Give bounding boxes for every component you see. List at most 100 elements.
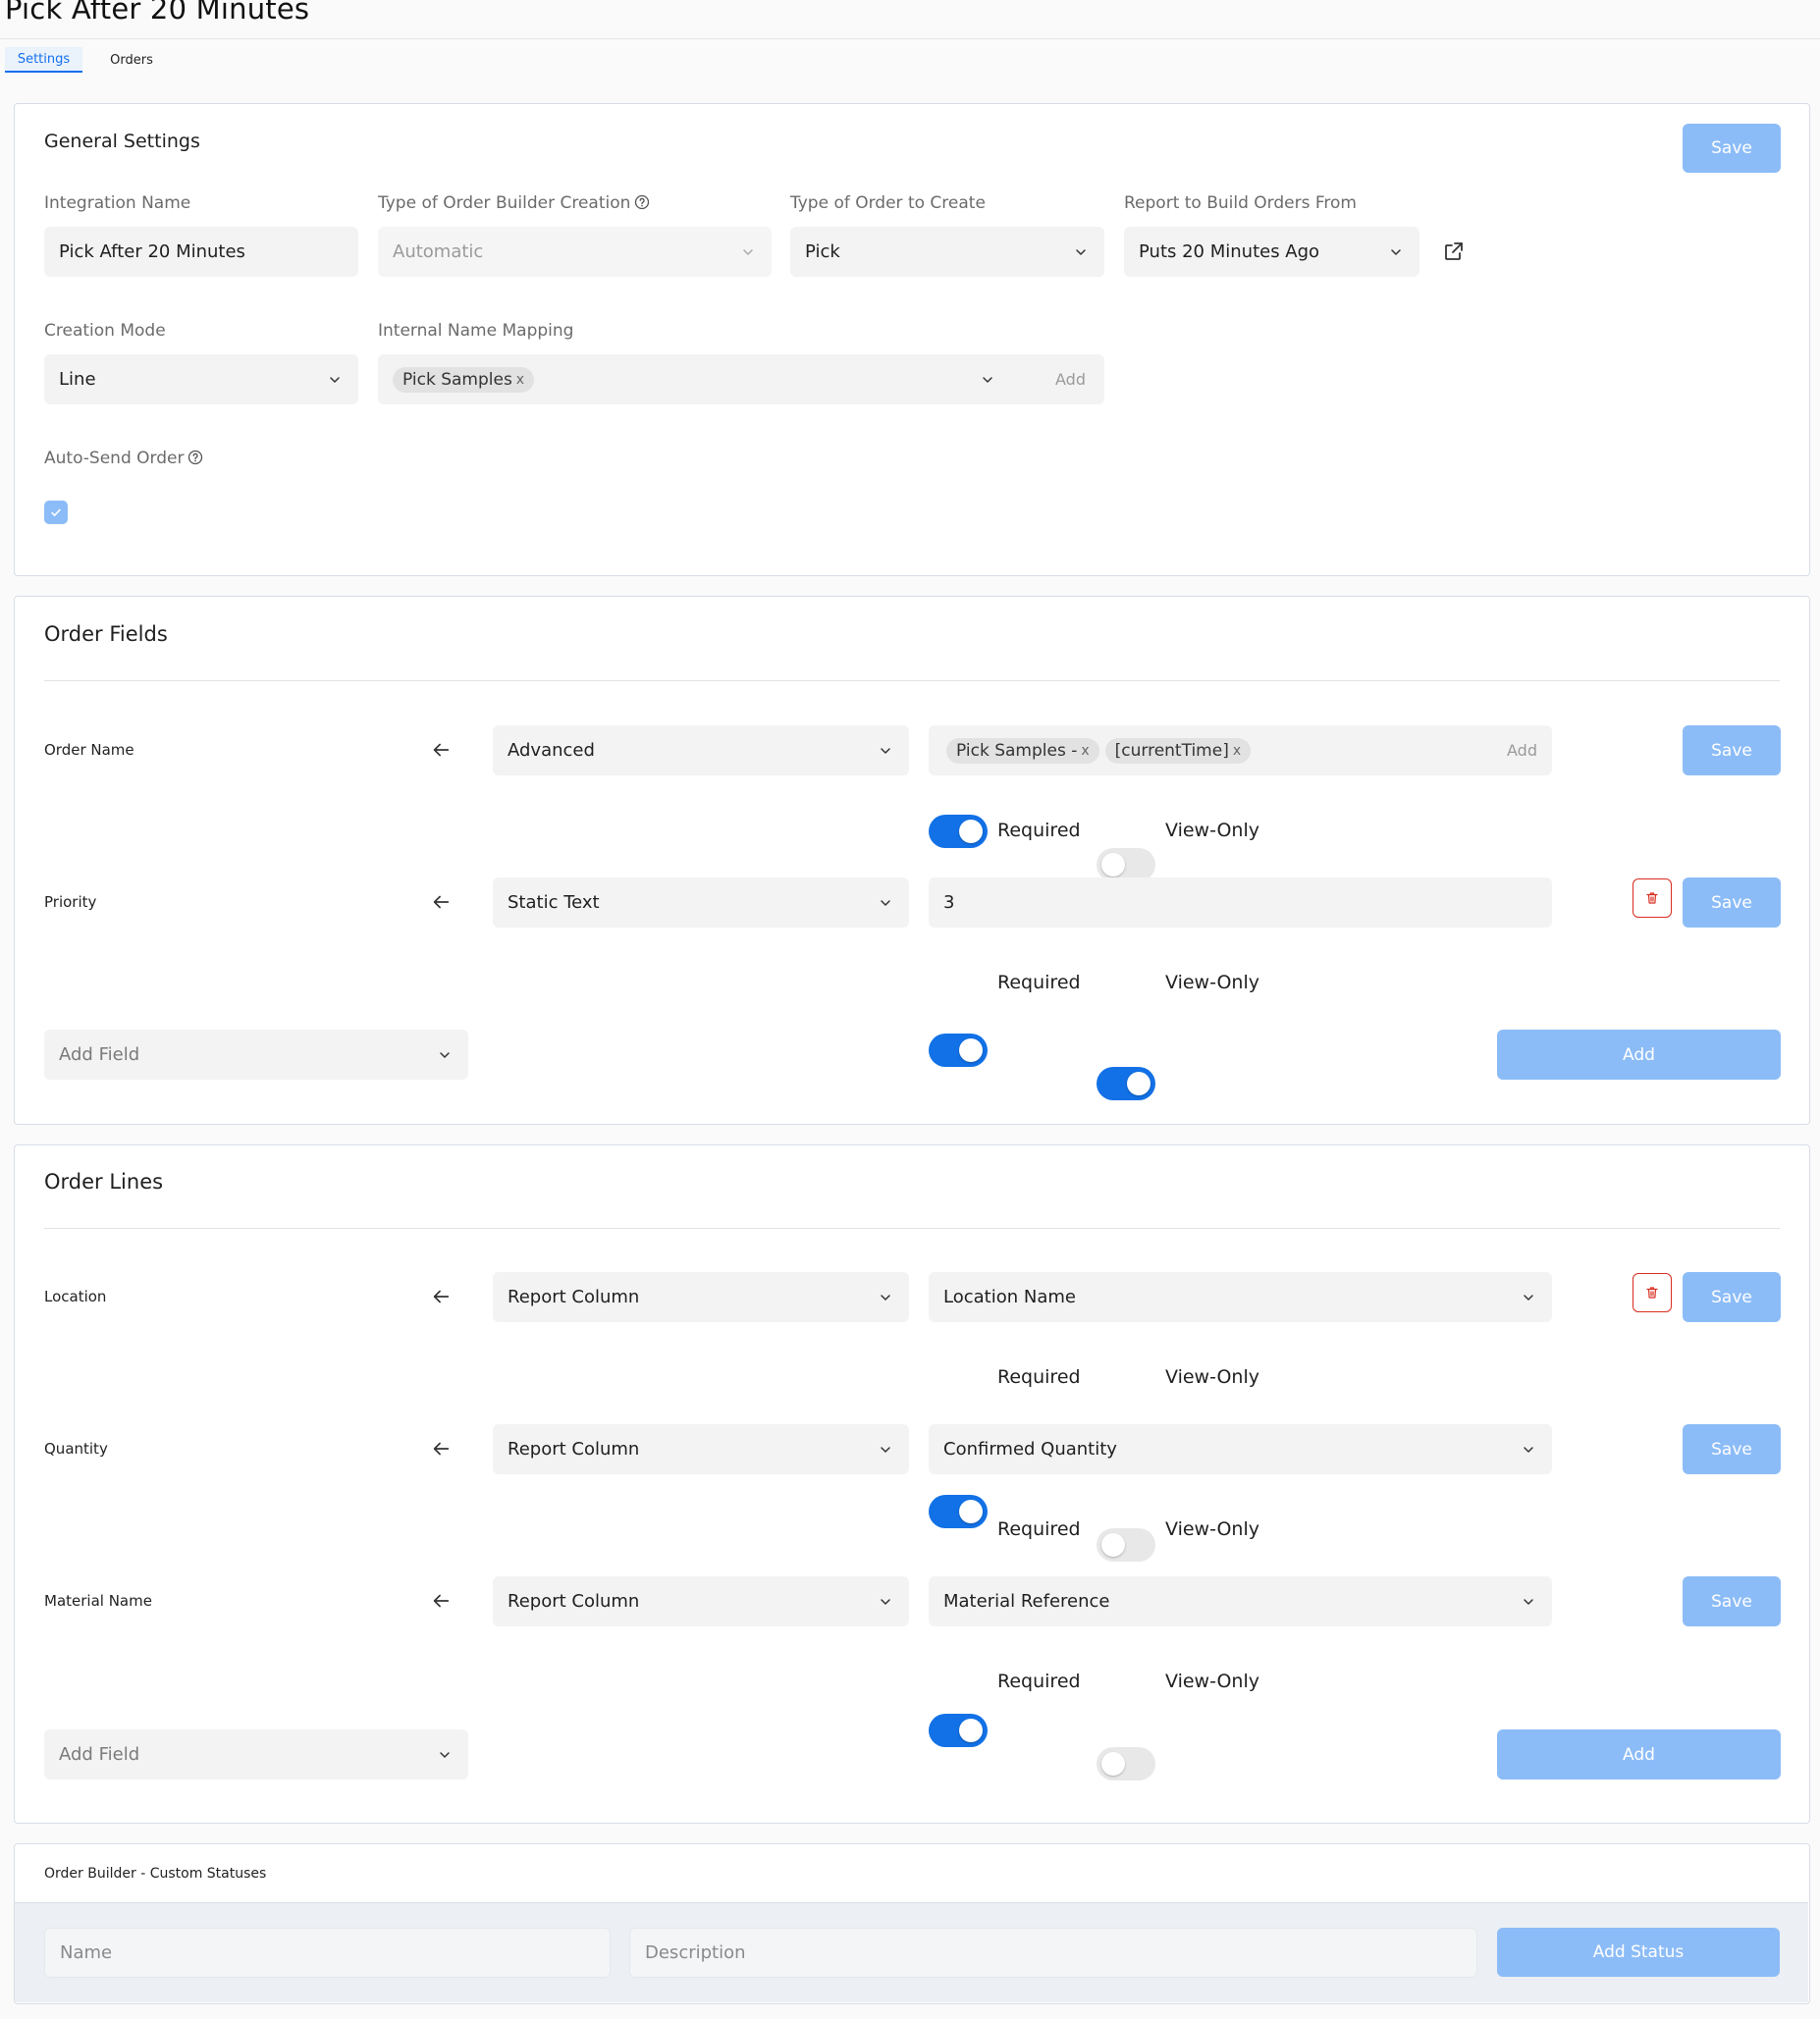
mapping-chip-label: Pick Samples: [402, 369, 512, 390]
toggle-knob: [1101, 1752, 1125, 1776]
toggle-knob: [959, 1038, 983, 1062]
view-only-toggle[interactable]: [1097, 1067, 1155, 1100]
help-circle-icon[interactable]: [187, 450, 203, 465]
general-settings-card: [14, 103, 1810, 576]
order-type-select[interactable]: Pick: [790, 227, 1104, 277]
auto-send-checkbox[interactable]: [44, 501, 68, 524]
field-source-select[interactable]: Static Text: [493, 877, 909, 928]
field-source-select[interactable]: Advanced: [493, 725, 909, 775]
arrow-left-icon: [429, 1285, 453, 1308]
chevron-down-icon: [436, 1746, 454, 1764]
general-save-button[interactable]: Save: [1683, 124, 1781, 173]
custom-statuses-title: Order Builder - Custom Statuses: [44, 1866, 267, 1882]
creation-mode-select[interactable]: Line: [44, 354, 358, 404]
name-mapping-multiselect[interactable]: Pick Samples x Add: [378, 354, 1104, 404]
order-type-value: Pick: [805, 241, 840, 262]
line-source-value: Report Column: [508, 1439, 640, 1460]
required-toggle[interactable]: [929, 1034, 988, 1067]
add-field-select[interactable]: Add Field: [44, 1030, 468, 1080]
chevron-down-icon: [436, 1046, 454, 1064]
view-only-toggle[interactable]: [1097, 1528, 1155, 1562]
arrow-left-icon: [429, 890, 453, 914]
line-save-button[interactable]: Save: [1683, 1272, 1781, 1322]
field-value-multiselect[interactable]: Pick Samples -x [currentTime] x Add: [929, 725, 1552, 775]
integration-name-value: Pick After 20 Minutes: [59, 241, 245, 262]
view-only-label: View-Only: [1165, 1518, 1259, 1540]
trash-icon: [1646, 1287, 1658, 1299]
builder-type-select[interactable]: Automatic: [378, 227, 772, 277]
add-status-button[interactable]: Add Status: [1497, 1928, 1780, 1977]
required-label: Required: [997, 972, 1081, 993]
header-divider: [0, 38, 1820, 39]
auto-send-label-text: Auto-Send Order: [44, 449, 185, 468]
line-source-select[interactable]: Report Column: [493, 1424, 909, 1474]
chip-remove-icon[interactable]: x: [516, 372, 524, 388]
add-field-placeholder: Add Field: [59, 1044, 140, 1065]
chip-remove-icon[interactable]: x: [1233, 743, 1241, 759]
tab-orders[interactable]: Orders: [92, 47, 171, 73]
line-value-select[interactable]: Confirmed Quantity: [929, 1424, 1552, 1474]
line-value-text: Location Name: [943, 1287, 1076, 1307]
chip-remove-icon[interactable]: x: [1081, 743, 1089, 759]
report-select[interactable]: Puts 20 Minutes Ago: [1124, 227, 1419, 277]
tab-settings[interactable]: Settings: [5, 47, 82, 73]
view-only-toggle[interactable]: [1097, 848, 1155, 881]
field-save-button[interactable]: Save: [1683, 877, 1781, 928]
builder-type-label: Type of Order Builder Creation: [378, 193, 650, 213]
order-type-label: Type of Order to Create: [790, 193, 986, 213]
field-save-button[interactable]: Save: [1683, 725, 1781, 775]
line-source-value: Report Column: [508, 1287, 640, 1307]
line-source-select[interactable]: Report Column: [493, 1272, 909, 1322]
field-row-label: Order Name: [44, 741, 134, 759]
page-title: Pick After 20 Minutes: [5, 0, 310, 26]
trash-icon: [1646, 892, 1658, 904]
order-fields-title: Order Fields: [44, 622, 168, 646]
line-value-text: Material Reference: [943, 1591, 1110, 1612]
add-line-field-select[interactable]: Add Field: [44, 1729, 468, 1780]
chevron-down-icon: [1520, 1593, 1537, 1611]
general-settings-title: General Settings: [44, 131, 200, 152]
view-only-toggle[interactable]: [1097, 1747, 1155, 1780]
status-name-input[interactable]: Name: [44, 1928, 611, 1978]
help-circle-icon[interactable]: [634, 194, 650, 210]
add-field-button[interactable]: Add: [1497, 1030, 1781, 1080]
auto-send-label: Auto-Send Order: [44, 449, 203, 468]
order-lines-divider: [44, 1228, 1780, 1229]
delete-field-button[interactable]: [1633, 878, 1672, 918]
status-description-input[interactable]: Description: [629, 1928, 1477, 1978]
line-value-select[interactable]: Material Reference: [929, 1576, 1552, 1626]
required-toggle[interactable]: [929, 1714, 988, 1747]
chevron-down-icon: [877, 742, 894, 760]
name-mapping-label: Internal Name Mapping: [378, 321, 574, 341]
required-label: Required: [997, 1366, 1081, 1388]
field-source-value: Advanced: [508, 740, 595, 761]
external-link-icon[interactable]: [1442, 239, 1466, 263]
required-toggle[interactable]: [929, 815, 988, 848]
chevron-down-icon: [1520, 1289, 1537, 1306]
required-toggle[interactable]: [929, 1495, 988, 1528]
view-only-label: View-Only: [1165, 820, 1259, 841]
builder-type-label-text: Type of Order Builder Creation: [378, 193, 631, 213]
add-line-button[interactable]: Add: [1497, 1729, 1781, 1780]
value-chip-label: Pick Samples -: [956, 740, 1078, 761]
view-only-label: View-Only: [1165, 972, 1259, 993]
line-save-button[interactable]: Save: [1683, 1576, 1781, 1626]
delete-line-button[interactable]: [1633, 1273, 1672, 1312]
line-source-select[interactable]: Report Column: [493, 1576, 909, 1626]
integration-name-input[interactable]: Pick After 20 Minutes: [44, 227, 358, 277]
mapping-add-link[interactable]: Add: [1055, 370, 1086, 389]
order-fields-divider: [44, 680, 1780, 681]
builder-type-value: Automatic: [393, 241, 484, 262]
toggle-knob: [1101, 853, 1125, 877]
line-source-value: Report Column: [508, 1591, 640, 1612]
value-chip-label: [currentTime]: [1114, 740, 1229, 761]
add-field-placeholder: Add Field: [59, 1744, 140, 1765]
toggle-knob: [959, 1500, 983, 1523]
line-save-button[interactable]: Save: [1683, 1424, 1781, 1474]
field-value-input[interactable]: 3: [929, 877, 1552, 928]
field-add-link[interactable]: Add: [1507, 741, 1537, 760]
line-row-label: Location: [44, 1288, 107, 1305]
order-lines-title: Order Lines: [44, 1170, 164, 1194]
chevron-down-icon: [1520, 1441, 1537, 1459]
line-value-select[interactable]: Location Name: [929, 1272, 1552, 1322]
